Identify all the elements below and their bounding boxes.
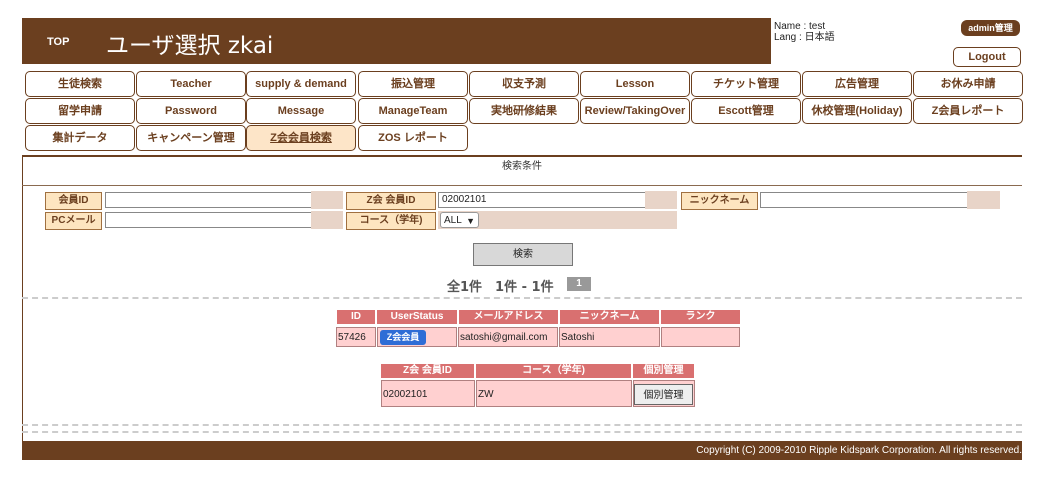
nickname-input[interactable] xyxy=(760,192,968,208)
nav-item[interactable]: 休校管理(Holiday) xyxy=(802,98,912,124)
nav-item[interactable]: Review/TakingOver xyxy=(580,98,690,124)
nav-item[interactable]: 広告管理 xyxy=(802,71,912,97)
nav-item[interactable]: お休み申請 xyxy=(913,71,1023,97)
frame-border xyxy=(22,157,23,460)
cell-id: 57426 xyxy=(336,327,376,347)
cell-zkai-id: 02002101 xyxy=(381,380,475,407)
table-header-zkai-id: Z会 会員ID xyxy=(381,364,474,378)
nickname-label: ニックネーム xyxy=(681,192,758,210)
table-header-rank: ランク xyxy=(661,310,740,324)
course-select[interactable]: ALL ▼ xyxy=(440,212,479,228)
divider xyxy=(22,424,1022,426)
table-header-user-status: UserStatus xyxy=(377,310,457,324)
divider xyxy=(22,297,1022,299)
logout-button[interactable]: Logout xyxy=(953,47,1021,67)
pagination-page-1[interactable]: 1 xyxy=(567,277,591,291)
nav-item[interactable]: ZOS レポート xyxy=(358,125,468,151)
nav-item[interactable]: Teacher xyxy=(136,71,246,97)
zkai-id-input[interactable]: 02002101 xyxy=(438,192,646,208)
member-id-input[interactable] xyxy=(105,192,312,208)
footer: Copyright (C) 2009-2010 Ripple Kidspark … xyxy=(22,441,1022,460)
user-info: Name : test Lang : 日本語 xyxy=(774,21,835,43)
status-badge: Z会会員 xyxy=(380,330,426,345)
table-header-nickname: ニックネーム xyxy=(560,310,659,324)
nav-item[interactable]: Lesson xyxy=(580,71,690,97)
result-count: 全1件 1件 - 1件 xyxy=(447,280,554,295)
nav-item[interactable]: 実地研修結果 xyxy=(469,98,579,124)
table-header-manage: 個別管理 xyxy=(633,364,694,378)
field-spacer xyxy=(967,191,1000,209)
pc-mail-label: PCメール xyxy=(45,212,102,230)
nav-item[interactable]: Z会会員検索 xyxy=(246,125,356,151)
nav-item[interactable]: 振込管理 xyxy=(358,71,468,97)
page-title: ユーザ選択 zkai xyxy=(106,33,274,59)
nav-item[interactable]: 生徒検索 xyxy=(25,71,135,97)
course-label: コース（学年) xyxy=(346,212,436,230)
field-spacer xyxy=(645,191,677,209)
admin-button[interactable]: admin管理 xyxy=(961,20,1020,36)
nav-item[interactable]: ManageTeam xyxy=(358,98,468,124)
divider xyxy=(22,431,1022,433)
cell-email: satoshi@gmail.com xyxy=(458,327,558,347)
field-spacer xyxy=(311,211,343,229)
zkai-id-label: Z会 会員ID xyxy=(346,192,436,210)
nav-item[interactable]: チケット管理 xyxy=(691,71,801,97)
member-id-label: 会員ID xyxy=(45,192,102,210)
nav-item[interactable]: 留学申請 xyxy=(25,98,135,124)
search-conditions-header: 検索条件 xyxy=(22,157,1022,186)
nav-item[interactable]: Password xyxy=(136,98,246,124)
field-spacer xyxy=(311,191,343,209)
course-select-value: ALL xyxy=(444,215,462,226)
nav-item[interactable]: 収支予測 xyxy=(469,71,579,97)
individual-manage-button[interactable]: 個別管理 xyxy=(634,384,693,405)
nav-item[interactable]: Z会員レポート xyxy=(913,98,1023,124)
table-header-id: ID xyxy=(337,310,375,324)
table-header-course: コース（学年) xyxy=(476,364,631,378)
nav-item[interactable]: キャンペーン管理 xyxy=(136,125,246,151)
cell-course: ZW xyxy=(476,380,632,407)
copyright-text: Copyright (C) 2009-2010 Ripple Kidspark … xyxy=(696,445,1022,456)
nav-item[interactable]: 集計データ xyxy=(25,125,135,151)
top-link[interactable]: TOP xyxy=(47,36,69,48)
search-button[interactable]: 検索 xyxy=(473,243,573,266)
nav-item[interactable]: Escott管理 xyxy=(691,98,801,124)
table-header-email: メールアドレス xyxy=(459,310,558,324)
user-name: Name : test xyxy=(774,21,826,32)
chevron-down-icon: ▼ xyxy=(466,216,475,226)
cell-rank xyxy=(661,327,740,347)
cell-nickname: Satoshi xyxy=(559,327,660,347)
pc-mail-input[interactable] xyxy=(105,212,312,228)
nav-item[interactable]: supply & demand xyxy=(246,71,356,97)
user-lang: Lang : 日本語 xyxy=(774,32,835,43)
nav-item[interactable]: Message xyxy=(246,98,356,124)
